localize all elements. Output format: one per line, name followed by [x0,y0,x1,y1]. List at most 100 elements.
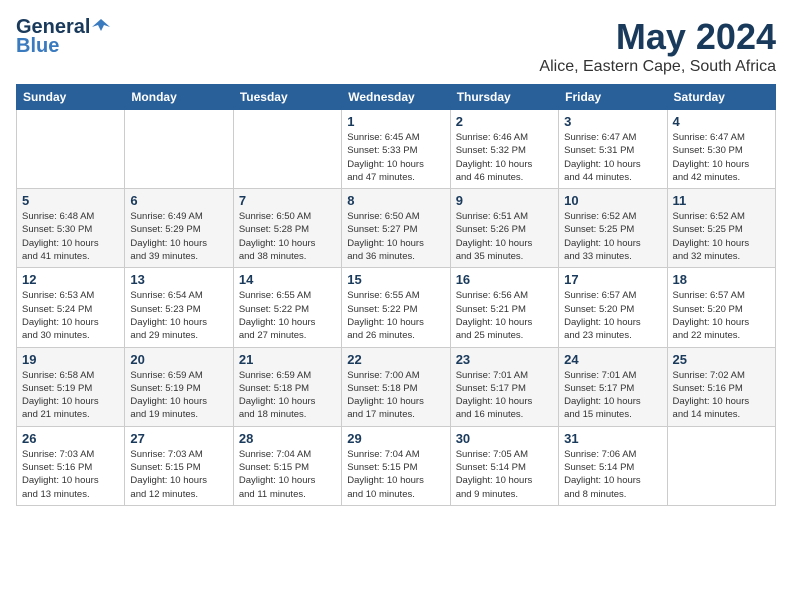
logo-blue: Blue [16,35,59,58]
calendar-cell: 25Sunrise: 7:02 AM Sunset: 5:16 PM Dayli… [667,347,775,426]
day-number: 30 [456,431,553,446]
day-number: 19 [22,352,119,367]
calendar-cell [233,110,341,189]
day-detail: Sunrise: 6:55 AM Sunset: 5:22 PM Dayligh… [239,289,336,342]
calendar-cell: 22 Sunrise: 7:00 AM Sunset: 5:18 PM Dayli… [342,347,450,426]
day-detail: Sunrise: 6:57 AM Sunset: 5:20 PM Dayligh… [564,289,661,342]
weekday-header-saturday: Saturday [667,85,775,110]
calendar-cell: 1 Sunrise: 6:45 AM Sunset: 5:33 PM Daylig… [342,110,450,189]
day-detail: Sunrise: 6:57 AM Sunset: 5:20 PM Dayligh… [673,289,770,342]
calendar-cell: 26 Sunrise: 7:03 AM Sunset: 5:16 PM Dayli… [17,426,125,505]
weekday-header-sunday: Sunday [17,85,125,110]
day-number: 21 [239,352,336,367]
weekday-header-wednesday: Wednesday [342,85,450,110]
day-number: 20 [130,352,227,367]
calendar-cell: 28 Sunrise: 7:04 AM Sunset: 5:15 PM Dayli… [233,426,341,505]
day-number: 12 [22,272,119,287]
calendar-cell: 2Sunrise: 6:46 AM Sunset: 5:32 PM Daylig… [450,110,558,189]
day-number: 9 [456,193,553,208]
day-detail: Sunrise: 7:04 AM Sunset: 5:15 PM Dayligh… [239,448,336,501]
day-detail: Sunrise: 6:47 AM Sunset: 5:30 PM Dayligh… [673,131,770,184]
weekday-header-row: SundayMondayTuesdayWednesdayThursdayFrid… [17,85,776,110]
calendar-cell: 10 Sunrise: 6:52 AM Sunset: 5:25 PM Dayli… [559,189,667,268]
calendar-cell [667,426,775,505]
calendar-cell: 21 Sunrise: 6:59 AM Sunset: 5:18 PM Dayli… [233,347,341,426]
day-detail: Sunrise: 6:52 AM Sunset: 5:25 PM Dayligh… [564,210,661,263]
day-number: 13 [130,272,227,287]
day-number: 5 [22,193,119,208]
day-detail: Sunrise: 7:03 AM Sunset: 5:16 PM Dayligh… [22,448,119,501]
calendar-cell: 29 Sunrise: 7:04 AM Sunset: 5:15 PM Dayli… [342,426,450,505]
calendar-cell: 20Sunrise: 6:59 AM Sunset: 5:19 PM Dayli… [125,347,233,426]
title-block: May 2024 Alice, Eastern Cape, South Afri… [539,16,776,76]
weekday-header-friday: Friday [559,85,667,110]
day-number: 29 [347,431,444,446]
day-detail: Sunrise: 6:50 AM Sunset: 5:28 PM Dayligh… [239,210,336,263]
week-row-1: 1 Sunrise: 6:45 AM Sunset: 5:33 PM Daylig… [17,110,776,189]
calendar-cell: 13 Sunrise: 6:54 AM Sunset: 5:23 PM Dayli… [125,268,233,347]
day-number: 24 [564,352,661,367]
page-header: General Blue May 2024 Alice, Eastern Cap… [16,16,776,76]
calendar-cell: 30 Sunrise: 7:05 AM Sunset: 5:14 PM Dayli… [450,426,558,505]
logo: General Blue [16,16,110,58]
day-detail: Sunrise: 6:49 AM Sunset: 5:29 PM Dayligh… [130,210,227,263]
day-detail: Sunrise: 6:52 AM Sunset: 5:25 PM Dayligh… [673,210,770,263]
calendar-cell: 7 Sunrise: 6:50 AM Sunset: 5:28 PM Daylig… [233,189,341,268]
day-detail: Sunrise: 7:03 AM Sunset: 5:15 PM Dayligh… [130,448,227,501]
calendar-cell [125,110,233,189]
day-detail: Sunrise: 6:46 AM Sunset: 5:32 PM Dayligh… [456,131,553,184]
day-number: 7 [239,193,336,208]
calendar-cell: 11 Sunrise: 6:52 AM Sunset: 5:25 PM Dayli… [667,189,775,268]
day-number: 4 [673,114,770,129]
day-detail: Sunrise: 6:54 AM Sunset: 5:23 PM Dayligh… [130,289,227,342]
day-number: 14 [239,272,336,287]
weekday-header-tuesday: Tuesday [233,85,341,110]
calendar-cell: 4 Sunrise: 6:47 AM Sunset: 5:30 PM Daylig… [667,110,775,189]
day-detail: Sunrise: 6:45 AM Sunset: 5:33 PM Dayligh… [347,131,444,184]
calendar-cell: 24 Sunrise: 7:01 AM Sunset: 5:17 PM Dayli… [559,347,667,426]
day-number: 25 [673,352,770,367]
day-number: 23 [456,352,553,367]
day-detail: Sunrise: 7:00 AM Sunset: 5:18 PM Dayligh… [347,369,444,422]
day-detail: Sunrise: 7:05 AM Sunset: 5:14 PM Dayligh… [456,448,553,501]
day-number: 28 [239,431,336,446]
day-number: 18 [673,272,770,287]
day-number: 27 [130,431,227,446]
day-detail: Sunrise: 6:55 AM Sunset: 5:22 PM Dayligh… [347,289,444,342]
calendar-cell: 23 Sunrise: 7:01 AM Sunset: 5:17 PM Dayli… [450,347,558,426]
day-number: 17 [564,272,661,287]
calendar-cell: 15Sunrise: 6:55 AM Sunset: 5:22 PM Dayli… [342,268,450,347]
day-number: 1 [347,114,444,129]
logo-bird-icon [92,17,110,35]
weekday-header-thursday: Thursday [450,85,558,110]
calendar-cell: 14 Sunrise: 6:55 AM Sunset: 5:22 PM Dayli… [233,268,341,347]
calendar-cell: 19Sunrise: 6:58 AM Sunset: 5:19 PM Dayli… [17,347,125,426]
day-number: 16 [456,272,553,287]
calendar-cell: 16 Sunrise: 6:56 AM Sunset: 5:21 PM Dayli… [450,268,558,347]
day-detail: Sunrise: 7:04 AM Sunset: 5:15 PM Dayligh… [347,448,444,501]
day-detail: Sunrise: 6:47 AM Sunset: 5:31 PM Dayligh… [564,131,661,184]
day-detail: Sunrise: 6:51 AM Sunset: 5:26 PM Dayligh… [456,210,553,263]
calendar-cell: 31Sunrise: 7:06 AM Sunset: 5:14 PM Dayli… [559,426,667,505]
calendar-cell [17,110,125,189]
calendar-cell: 3 Sunrise: 6:47 AM Sunset: 5:31 PM Daylig… [559,110,667,189]
month-title: May 2024 [539,16,776,58]
week-row-3: 12Sunrise: 6:53 AM Sunset: 5:24 PM Dayli… [17,268,776,347]
day-detail: Sunrise: 7:01 AM Sunset: 5:17 PM Dayligh… [456,369,553,422]
week-row-4: 19Sunrise: 6:58 AM Sunset: 5:19 PM Dayli… [17,347,776,426]
day-detail: Sunrise: 7:01 AM Sunset: 5:17 PM Dayligh… [564,369,661,422]
day-number: 10 [564,193,661,208]
week-row-2: 5Sunrise: 6:48 AM Sunset: 5:30 PM Daylig… [17,189,776,268]
calendar-cell: 27 Sunrise: 7:03 AM Sunset: 5:15 PM Dayli… [125,426,233,505]
calendar-cell: 5Sunrise: 6:48 AM Sunset: 5:30 PM Daylig… [17,189,125,268]
day-number: 22 [347,352,444,367]
day-detail: Sunrise: 6:56 AM Sunset: 5:21 PM Dayligh… [456,289,553,342]
calendar-cell: 8Sunrise: 6:50 AM Sunset: 5:27 PM Daylig… [342,189,450,268]
day-number: 26 [22,431,119,446]
day-number: 3 [564,114,661,129]
calendar-cell: 9 Sunrise: 6:51 AM Sunset: 5:26 PM Daylig… [450,189,558,268]
weekday-header-monday: Monday [125,85,233,110]
day-detail: Sunrise: 6:59 AM Sunset: 5:18 PM Dayligh… [239,369,336,422]
day-number: 11 [673,193,770,208]
calendar-cell: 12Sunrise: 6:53 AM Sunset: 5:24 PM Dayli… [17,268,125,347]
